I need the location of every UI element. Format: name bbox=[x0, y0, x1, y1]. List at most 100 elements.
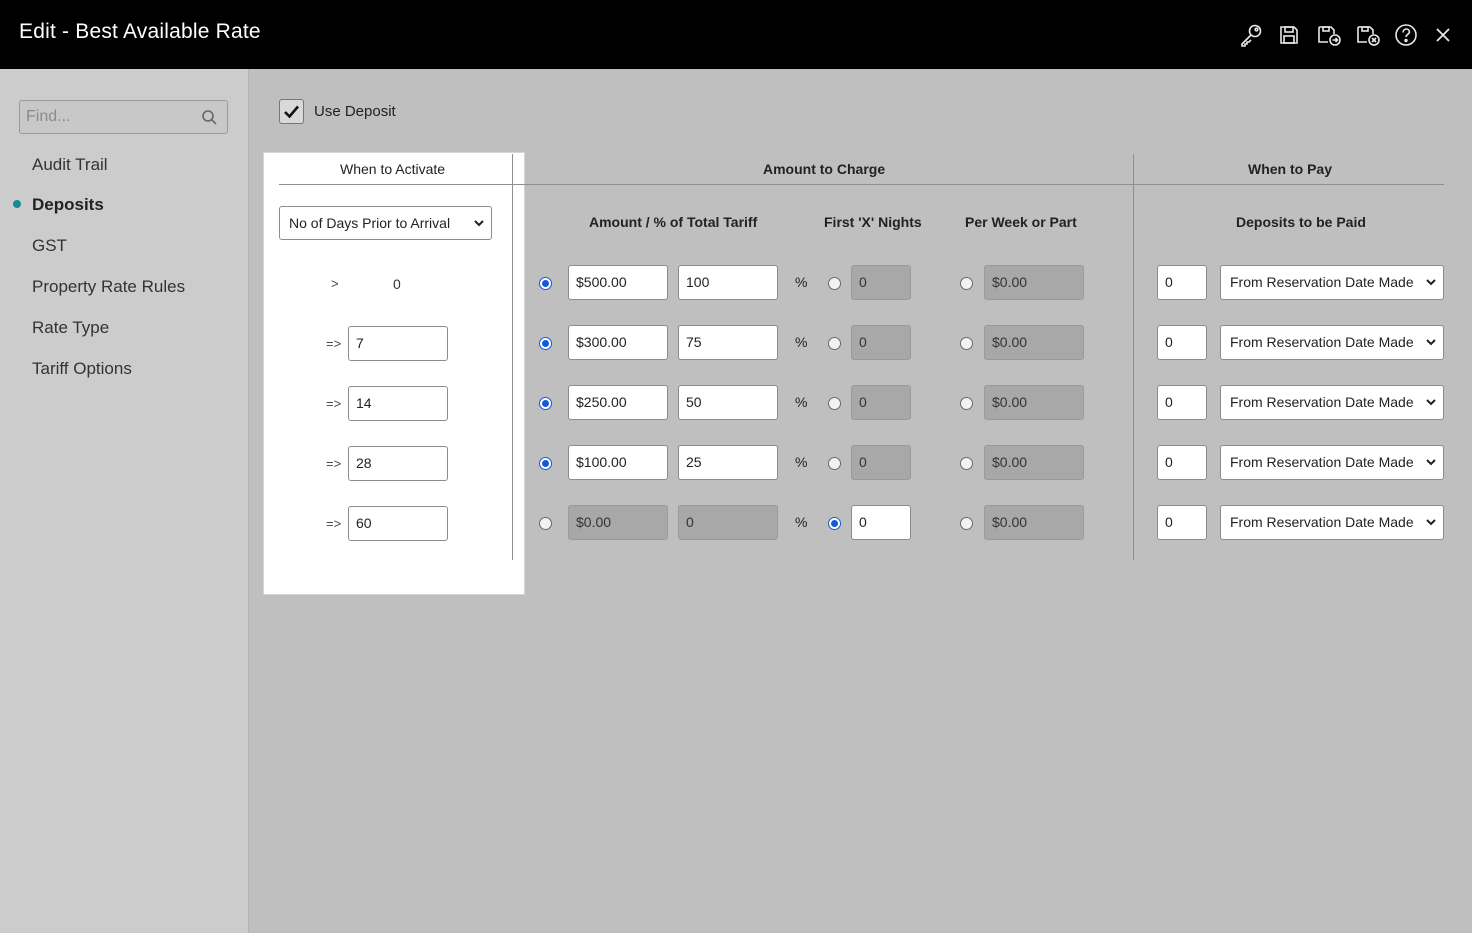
amount-input[interactable]: $0.00 bbox=[568, 505, 668, 540]
per-week-input[interactable]: $0.00 bbox=[984, 265, 1084, 300]
pay-from-value: From Reservation Date Made bbox=[1230, 274, 1414, 290]
pay-days-input[interactable]: 0 bbox=[1157, 325, 1207, 360]
days-input[interactable]: 60 bbox=[348, 506, 448, 541]
days-input[interactable]: 28 bbox=[348, 446, 448, 481]
pay-days-input[interactable]: 0 bbox=[1157, 445, 1207, 480]
chevron-down-icon bbox=[1425, 336, 1437, 348]
header-divider bbox=[279, 184, 1444, 185]
first-x-nights-header: First 'X' Nights bbox=[824, 214, 922, 230]
title-bar: Edit - Best Available Rate bbox=[0, 0, 1472, 69]
amount-radio[interactable] bbox=[539, 397, 552, 410]
amount-input[interactable]: $250.00 bbox=[568, 385, 668, 420]
percent-symbol: % bbox=[795, 274, 808, 290]
amount-input[interactable]: $100.00 bbox=[568, 445, 668, 480]
sidebar-item-gst[interactable]: GST bbox=[32, 236, 67, 256]
per-week-input[interactable]: $0.00 bbox=[984, 505, 1084, 540]
pay-from-value: From Reservation Date Made bbox=[1230, 514, 1414, 530]
operator-label: => bbox=[326, 396, 342, 411]
key-icon[interactable] bbox=[1238, 22, 1264, 48]
save-icon[interactable] bbox=[1276, 22, 1302, 48]
per-week-header: Per Week or Part bbox=[965, 214, 1077, 230]
search-input[interactable] bbox=[20, 101, 190, 133]
help-icon[interactable] bbox=[1393, 22, 1419, 48]
sidebar-item-audit-trail[interactable]: Audit Trail bbox=[32, 155, 108, 175]
percent-input[interactable]: 50 bbox=[678, 385, 778, 420]
nights-radio[interactable] bbox=[828, 397, 841, 410]
activation-type-value: No of Days Prior to Arrival bbox=[289, 215, 451, 231]
active-indicator-dot bbox=[13, 200, 21, 208]
percent-input[interactable]: 100 bbox=[678, 265, 778, 300]
search-icon[interactable] bbox=[201, 109, 218, 126]
nights-radio[interactable] bbox=[828, 337, 841, 350]
sidebar-item-deposits[interactable]: Deposits bbox=[32, 195, 104, 215]
sidebar-item-property-rate-rules[interactable]: Property Rate Rules bbox=[32, 277, 185, 297]
pay-from-select[interactable]: From Reservation Date Made bbox=[1220, 385, 1444, 420]
pay-from-value: From Reservation Date Made bbox=[1230, 394, 1414, 410]
sidebar: Audit Trail Deposits GST Property Rate R… bbox=[0, 69, 249, 933]
operator-label: => bbox=[326, 336, 342, 351]
nights-radio[interactable] bbox=[828, 457, 841, 470]
per-week-radio[interactable] bbox=[960, 397, 973, 410]
amount-percent-header: Amount / % of Total Tariff bbox=[589, 214, 758, 230]
per-week-radio[interactable] bbox=[960, 457, 973, 470]
percent-symbol: % bbox=[795, 514, 808, 530]
chevron-down-icon bbox=[474, 220, 484, 227]
percent-symbol: % bbox=[795, 454, 808, 470]
window-title: Edit - Best Available Rate bbox=[19, 20, 261, 43]
per-week-radio[interactable] bbox=[960, 277, 973, 290]
nights-input[interactable]: 0 bbox=[851, 505, 911, 540]
use-deposit-checkbox[interactable] bbox=[279, 99, 304, 124]
nights-radio[interactable] bbox=[828, 517, 841, 530]
nights-radio[interactable] bbox=[828, 277, 841, 290]
chevron-down-icon bbox=[1425, 516, 1437, 528]
pay-from-value: From Reservation Date Made bbox=[1230, 454, 1414, 470]
pay-days-input[interactable]: 0 bbox=[1157, 385, 1207, 420]
chevron-down-icon bbox=[1425, 396, 1437, 408]
amount-radio[interactable] bbox=[539, 457, 552, 470]
percent-symbol: % bbox=[795, 334, 808, 350]
percent-symbol: % bbox=[795, 394, 808, 410]
when-to-pay-header: When to Pay bbox=[1248, 161, 1333, 177]
sidebar-item-rate-type[interactable]: Rate Type bbox=[32, 318, 109, 338]
close-icon[interactable] bbox=[1430, 22, 1456, 48]
save-and-new-icon[interactable] bbox=[1316, 22, 1342, 48]
nights-input[interactable]: 0 bbox=[851, 385, 911, 420]
per-week-input[interactable]: $0.00 bbox=[984, 325, 1084, 360]
days-input[interactable]: 7 bbox=[348, 326, 448, 361]
per-week-input[interactable]: $0.00 bbox=[984, 445, 1084, 480]
amount-radio[interactable] bbox=[539, 277, 552, 290]
pay-from-select[interactable]: From Reservation Date Made bbox=[1220, 265, 1444, 300]
nights-input[interactable]: 0 bbox=[851, 445, 911, 480]
amount-radio[interactable] bbox=[539, 337, 552, 350]
use-deposit-label: Use Deposit bbox=[314, 103, 396, 120]
pay-days-input[interactable]: 0 bbox=[1157, 505, 1207, 540]
nights-input[interactable]: 0 bbox=[851, 325, 911, 360]
column-divider bbox=[512, 154, 513, 560]
save-and-close-icon[interactable] bbox=[1355, 22, 1381, 48]
amount-to-charge-header: Amount to Charge bbox=[763, 161, 886, 177]
per-week-radio[interactable] bbox=[960, 517, 973, 530]
activation-type-select[interactable]: No of Days Prior to Arrival bbox=[279, 206, 492, 240]
nights-input[interactable]: 0 bbox=[851, 265, 911, 300]
pay-from-select[interactable]: From Reservation Date Made bbox=[1220, 505, 1444, 540]
amount-input[interactable]: $500.00 bbox=[568, 265, 668, 300]
per-week-input[interactable]: $0.00 bbox=[984, 385, 1084, 420]
sidebar-item-tariff-options[interactable]: Tariff Options bbox=[32, 359, 132, 379]
operator-label: => bbox=[326, 456, 342, 471]
pay-from-select[interactable]: From Reservation Date Made bbox=[1220, 325, 1444, 360]
percent-input[interactable]: 25 bbox=[678, 445, 778, 480]
percent-input[interactable]: 75 bbox=[678, 325, 778, 360]
pay-from-select[interactable]: From Reservation Date Made bbox=[1220, 445, 1444, 480]
chevron-down-icon bbox=[1425, 276, 1437, 288]
pay-days-input[interactable]: 0 bbox=[1157, 265, 1207, 300]
amount-input[interactable]: $300.00 bbox=[568, 325, 668, 360]
per-week-radio[interactable] bbox=[960, 337, 973, 350]
search-box bbox=[19, 100, 228, 134]
amount-radio[interactable] bbox=[539, 517, 552, 530]
when-to-activate-header: When to Activate bbox=[340, 161, 446, 177]
percent-input[interactable]: 0 bbox=[678, 505, 778, 540]
days-value-readonly: 0 bbox=[393, 276, 401, 292]
pay-from-value: From Reservation Date Made bbox=[1230, 334, 1414, 350]
days-input[interactable]: 14 bbox=[348, 386, 448, 421]
operator-label: => bbox=[326, 516, 342, 531]
